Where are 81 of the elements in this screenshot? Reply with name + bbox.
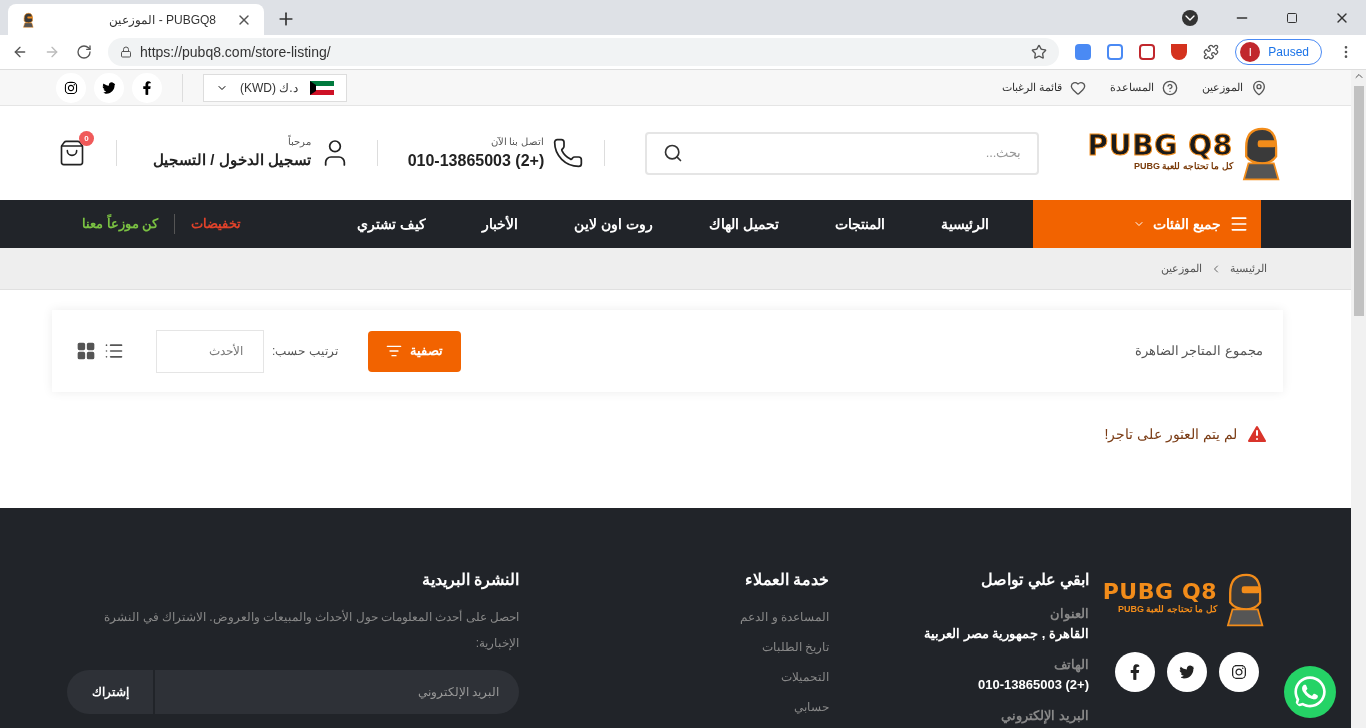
footer-heading: خدمة العملاء — [743, 570, 829, 590]
nav-link[interactable]: المنتجات — [835, 213, 885, 235]
breadcrumb-link[interactable]: الرئيسية — [1230, 260, 1267, 277]
topbar-link[interactable]: الموزعين — [1202, 79, 1267, 96]
lock-icon — [120, 46, 132, 58]
newsletter-description: احصل على أحدث المعلومات حول الأحداث والمبيعات والعروض. الاشتراك في النشرة الإخبارية: — [103, 608, 519, 652]
login-link[interactable]: تسجيل الدخول / التسجيل — [153, 149, 311, 172]
tab-search-icon[interactable] — [1182, 9, 1198, 26]
contact-field-label: البريد الإلكتروني — [1000, 707, 1089, 726]
extension-frame-icon[interactable] — [1139, 44, 1156, 60]
extension-doc-icon[interactable] — [1075, 44, 1092, 60]
tab-favicon-icon — [20, 11, 36, 28]
nav-link[interactable]: روت اون لاين — [574, 213, 654, 235]
phone-number: 010-13865003 (2+) — [407, 150, 545, 171]
facebook-icon[interactable] — [132, 72, 162, 103]
extension-page-icon[interactable] — [1107, 44, 1124, 60]
footer-link[interactable]: تاريخ الطلبات — [519, 638, 829, 656]
contact-label: اتصل بنا الآن — [489, 134, 545, 149]
filter-icon — [385, 343, 402, 359]
contact-field-label: الهاتف — [1053, 656, 1089, 675]
address-bar[interactable]: https://pubq8.com/store-listing/ — [108, 38, 1060, 66]
grid-view-icon[interactable] — [76, 341, 96, 361]
footer-link[interactable]: التحميلات — [519, 668, 829, 686]
breadcrumb-link[interactable]: الموزعين — [1161, 260, 1202, 277]
search-field[interactable]: بحث... — [645, 131, 1040, 175]
maximize-icon[interactable] — [1286, 11, 1298, 24]
search-icon[interactable] — [663, 143, 684, 163]
phone-icon — [552, 137, 585, 169]
greeting-text: مرحباً — [286, 134, 311, 150]
nav-link[interactable]: الأخبار — [482, 213, 519, 235]
currency-label: د.ك (KWD) — [240, 79, 298, 97]
subscribe-button[interactable]: إشتراك — [67, 670, 155, 714]
footer-link[interactable]: حسابي — [519, 698, 829, 716]
kuwait-flag-icon — [309, 80, 334, 95]
nav-link[interactable]: تخفيضات — [175, 214, 258, 234]
footer-heading: النشرة البريدية — [420, 570, 519, 592]
cart-count-badge: 0 — [79, 131, 94, 146]
reload-icon[interactable] — [76, 44, 92, 60]
url-text: https://pubq8.com/store-listing/ — [140, 42, 332, 62]
twitter-icon[interactable] — [94, 72, 124, 103]
help-icon — [1162, 79, 1178, 96]
facebook-icon[interactable] — [1115, 652, 1155, 692]
store-count-label: مجموع المتاجر الضاهرة — [1134, 342, 1263, 361]
contact-field-label: العنوان — [1049, 605, 1089, 624]
tab-title: الموزعين - PUBGQ8 — [108, 11, 217, 29]
nav-link[interactable]: كيف تشتري — [357, 213, 427, 235]
profile-avatar: I — [1240, 42, 1261, 62]
browser-tab[interactable]: الموزعين - PUBGQ8 — [8, 4, 264, 35]
email-input-field[interactable]: البريد الإلكتروني — [155, 670, 519, 714]
sort-label: ترتيب حسب: — [272, 343, 338, 360]
nav-link[interactable]: تحميل الهاك — [709, 213, 779, 235]
logo-text: PUBG Q8 — [1102, 581, 1217, 604]
extensions-icon[interactable] — [1203, 44, 1220, 60]
search-input[interactable]: بحث... — [683, 143, 1022, 163]
nav-link[interactable]: كن موزعاً معنا — [66, 214, 176, 234]
profile-status: Paused — [1268, 44, 1309, 61]
not-found-message: لم يتم العثور على تاجر! — [1104, 424, 1237, 445]
logo-tagline: كل ما تحتاجه للعبة PUBG — [1133, 160, 1233, 174]
map-pin-icon — [1251, 79, 1267, 96]
instagram-icon[interactable] — [56, 72, 86, 103]
topbar-link[interactable]: قائمة الرغبات — [1001, 79, 1086, 96]
bookmark-star-icon[interactable] — [1031, 44, 1048, 60]
currency-select[interactable]: د.ك (KWD) — [203, 73, 347, 102]
contact-field-value: القاهرة , جمهورية مصر العربية — [922, 624, 1089, 643]
list-view-icon[interactable] — [104, 341, 124, 361]
footer-link[interactable]: المساعدة و الدعم — [519, 608, 829, 626]
footer-heading: ابقي علي تواصل — [980, 570, 1089, 592]
topbar-link[interactable]: المساعدة — [1110, 79, 1178, 96]
sort-select[interactable]: الأحدث — [156, 329, 264, 373]
cart-icon[interactable] — [58, 139, 86, 167]
menu-icon — [1229, 214, 1249, 234]
nav-link[interactable]: الرئيسية — [941, 213, 989, 235]
extension-shield-icon[interactable] — [1171, 44, 1188, 60]
heart-icon — [1070, 79, 1086, 96]
email-field[interactable]: البريد الإلكتروني إشتراك — [67, 670, 519, 714]
back-icon[interactable] — [12, 44, 28, 60]
twitter-icon[interactable] — [1167, 652, 1207, 692]
instagram-icon[interactable] — [1219, 652, 1259, 692]
logo-text: PUBG Q8 — [1087, 132, 1233, 161]
logo-tagline: كل ما تحتاجه للعبة PUBG — [1117, 603, 1217, 617]
contact-field-value: 010-13865003 (2+) — [977, 675, 1089, 694]
